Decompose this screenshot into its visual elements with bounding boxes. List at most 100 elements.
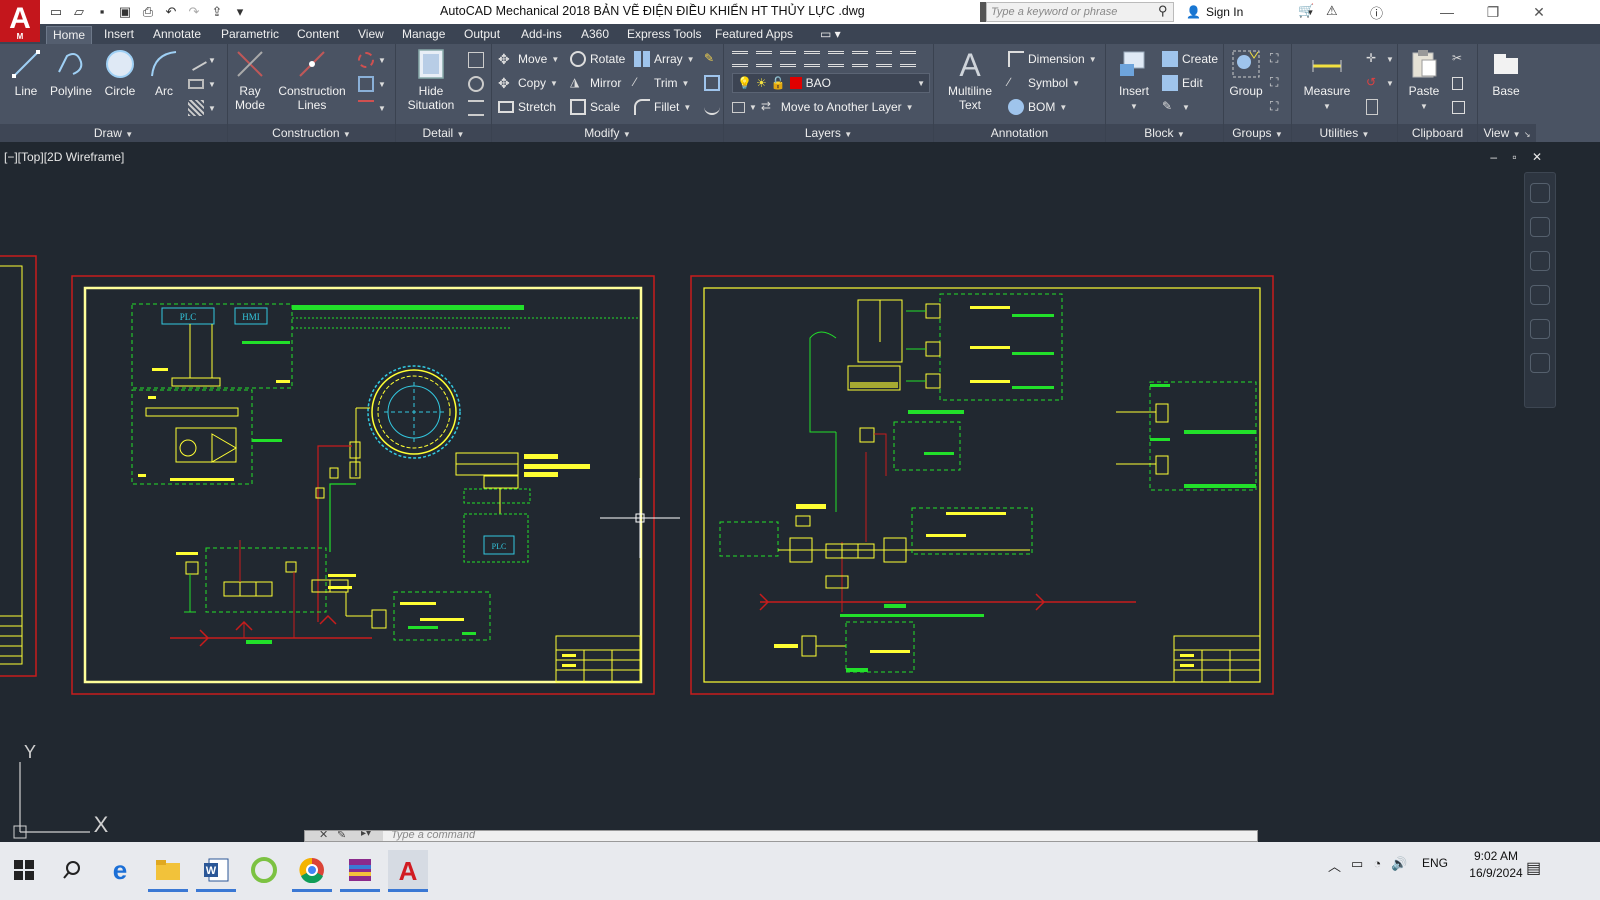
autodesk-exchange-icon[interactable]: ⚠ xyxy=(1326,3,1338,19)
create-block-button[interactable]: Create xyxy=(1162,49,1218,69)
polyline-button[interactable]: Polyline xyxy=(48,48,94,98)
language-indicator[interactable]: ENG xyxy=(1422,856,1448,870)
showmotion-icon[interactable] xyxy=(1530,353,1550,373)
battery-icon[interactable]: ▭ xyxy=(1351,856,1363,875)
save-icon[interactable]: ▪ xyxy=(94,4,110,20)
close-button[interactable]: ✕ xyxy=(1516,0,1562,24)
array-button[interactable]: Array ▼ xyxy=(634,49,695,69)
arc-button[interactable]: Arc xyxy=(146,48,182,98)
drawing-canvas[interactable]: PLC HMI PLC Y X xyxy=(0,142,1600,842)
share-icon[interactable]: ⇪ xyxy=(209,4,225,20)
ungroup-tool[interactable]: ⛶ xyxy=(1270,49,1286,69)
scale-button[interactable]: Scale xyxy=(570,97,620,117)
open-icon[interactable]: ▱ xyxy=(71,4,87,20)
layer-dropdown[interactable]: 💡 ☀ 🔓 BAO ▼ xyxy=(732,73,930,93)
group-edit-tool[interactable]: ⛶ xyxy=(1270,73,1286,93)
new-icon[interactable]: ▭ xyxy=(48,4,64,20)
group-button[interactable]: Group xyxy=(1226,48,1266,98)
bom-button[interactable]: BOM ▼ xyxy=(1008,97,1067,117)
copy-button[interactable]: ✥ Copy ▼ xyxy=(498,73,558,93)
annotation-panel-label[interactable]: Annotation xyxy=(934,124,1105,142)
viewcube-icon[interactable] xyxy=(1530,183,1550,203)
search-input[interactable]: Type a keyword or phrase xyxy=(986,2,1174,22)
help-icon[interactable]: ⓘ xyxy=(1370,3,1383,22)
move-to-layer-button[interactable]: ▼ ⇄ Move to Another Layer ▼ xyxy=(732,97,914,117)
tab-content[interactable]: Content xyxy=(291,26,345,44)
construction-tool-3[interactable]: ▼ xyxy=(358,98,386,118)
zoom-extents-icon[interactable] xyxy=(1530,285,1550,305)
layers-panel-label[interactable]: Layers ▼ xyxy=(724,124,933,142)
erase-tool[interactable]: ✎ xyxy=(704,49,720,69)
detail-tool-1[interactable] xyxy=(468,50,484,70)
drawing-sheet-2[interactable] xyxy=(690,275,1274,695)
clipboard-panel-label[interactable]: Clipboard xyxy=(1398,124,1477,142)
utility-tool-1[interactable]: ✛ ▼ xyxy=(1366,49,1394,69)
drawing-area[interactable]: [−][Top][2D Wireframe] – ▫ ✕ PLC HMI PLC… xyxy=(0,142,1600,842)
chevron-up-icon[interactable]: ︿ xyxy=(1328,856,1341,875)
calculator-tool[interactable] xyxy=(1366,97,1378,117)
taskbar-autocad[interactable]: A xyxy=(388,850,428,892)
start-button[interactable] xyxy=(4,850,44,890)
command-input[interactable]: Type a command xyxy=(391,831,475,841)
taskbar-chrome[interactable] xyxy=(292,850,332,892)
recent-commands-icon[interactable]: ▸▾ xyxy=(361,831,371,839)
fillet-button[interactable]: Fillet ▼ xyxy=(634,97,691,117)
layer-properties-icon[interactable] xyxy=(732,51,748,67)
taskbar-edge[interactable]: e xyxy=(100,850,140,890)
edit-block-button[interactable]: Edit xyxy=(1162,73,1203,93)
tab-home[interactable]: Home xyxy=(46,26,93,44)
group-select-tool[interactable]: ⛶ xyxy=(1270,97,1286,117)
steering-wheel-icon[interactable] xyxy=(1530,217,1550,237)
drawing-sheet-1[interactable]: PLC HMI PLC xyxy=(71,275,655,695)
wifi-icon[interactable]: ◔ xyxy=(1373,856,1381,875)
detail-tool-2[interactable] xyxy=(468,74,484,94)
layer-walk-icon[interactable] xyxy=(876,51,892,67)
view-panel-label[interactable]: View ▼ ↘ xyxy=(1478,124,1536,142)
taskbar-winrar[interactable] xyxy=(340,850,380,892)
rectangle-tool[interactable]: ▼ xyxy=(185,49,216,71)
tab-output[interactable]: Output xyxy=(458,26,506,44)
layer-off-icon[interactable] xyxy=(780,51,796,67)
multiline-text-button[interactable]: A Multiline Text xyxy=(942,48,998,112)
close-command-icon[interactable]: ✕ xyxy=(319,831,328,841)
line-button[interactable]: Line xyxy=(8,48,44,98)
construction-tool-2[interactable]: ▼ xyxy=(358,74,386,94)
tab-express-tools[interactable]: Express Tools xyxy=(621,26,707,44)
circle-button[interactable]: Circle xyxy=(100,48,140,98)
tab-manage[interactable]: Manage xyxy=(396,26,451,44)
volume-icon[interactable]: 🔊 xyxy=(1391,856,1407,875)
tab-add-ins[interactable]: Add-ins xyxy=(515,26,568,44)
copy-clip-tool[interactable] xyxy=(1452,73,1463,93)
modify-panel-label[interactable]: Modify ▼ xyxy=(492,124,723,142)
block-attributes-button[interactable]: ✎ ▼ xyxy=(1162,97,1190,117)
paste-button[interactable]: Paste ▼ xyxy=(1404,48,1444,114)
tab-view[interactable]: View xyxy=(352,26,390,44)
layer-state-icon[interactable] xyxy=(756,51,772,67)
redo-icon[interactable]: ↷ xyxy=(186,4,202,20)
hatch-tool[interactable]: ▼ xyxy=(188,74,216,94)
utility-tool-2[interactable]: ↺ ▼ xyxy=(1366,73,1394,93)
taskbar-word[interactable]: W xyxy=(196,850,236,892)
dimension-button[interactable]: Dimension ▼ xyxy=(1008,49,1097,69)
gradient-tool[interactable]: ▼ xyxy=(188,98,216,118)
hide-situation-button[interactable]: Hide Situation xyxy=(400,48,462,112)
application-menu-button[interactable]: A M xyxy=(0,0,40,42)
construction-panel-label[interactable]: Construction ▼ xyxy=(228,124,395,142)
undo-icon[interactable]: ↶ xyxy=(163,4,179,20)
orbit-icon[interactable] xyxy=(1530,319,1550,339)
detail-panel-label[interactable]: Detail ▼ xyxy=(396,124,491,142)
match-properties-tool[interactable] xyxy=(1452,97,1465,117)
move-button[interactable]: ✥ Move ▼ xyxy=(498,49,559,69)
explode-tool[interactable] xyxy=(704,73,720,93)
minimize-button[interactable]: — xyxy=(1424,0,1470,24)
clock[interactable]: 9:02 AM 16/9/2024 xyxy=(1456,848,1536,882)
construction-circle-tool[interactable]: ▼ xyxy=(358,50,386,70)
search-button[interactable] xyxy=(52,850,92,890)
binoculars-icon[interactable]: ⚲ xyxy=(1158,3,1168,19)
layer-lock-icon[interactable] xyxy=(852,51,868,67)
print-icon[interactable]: ⎙ xyxy=(140,4,156,20)
trim-button[interactable]: ⁄ Trim ▼ xyxy=(634,73,689,93)
construction-lines-button[interactable]: Construction Lines xyxy=(274,48,350,112)
mirror-button[interactable]: ◮ Mirror xyxy=(570,73,621,93)
rotate-button[interactable]: Rotate xyxy=(570,49,625,69)
